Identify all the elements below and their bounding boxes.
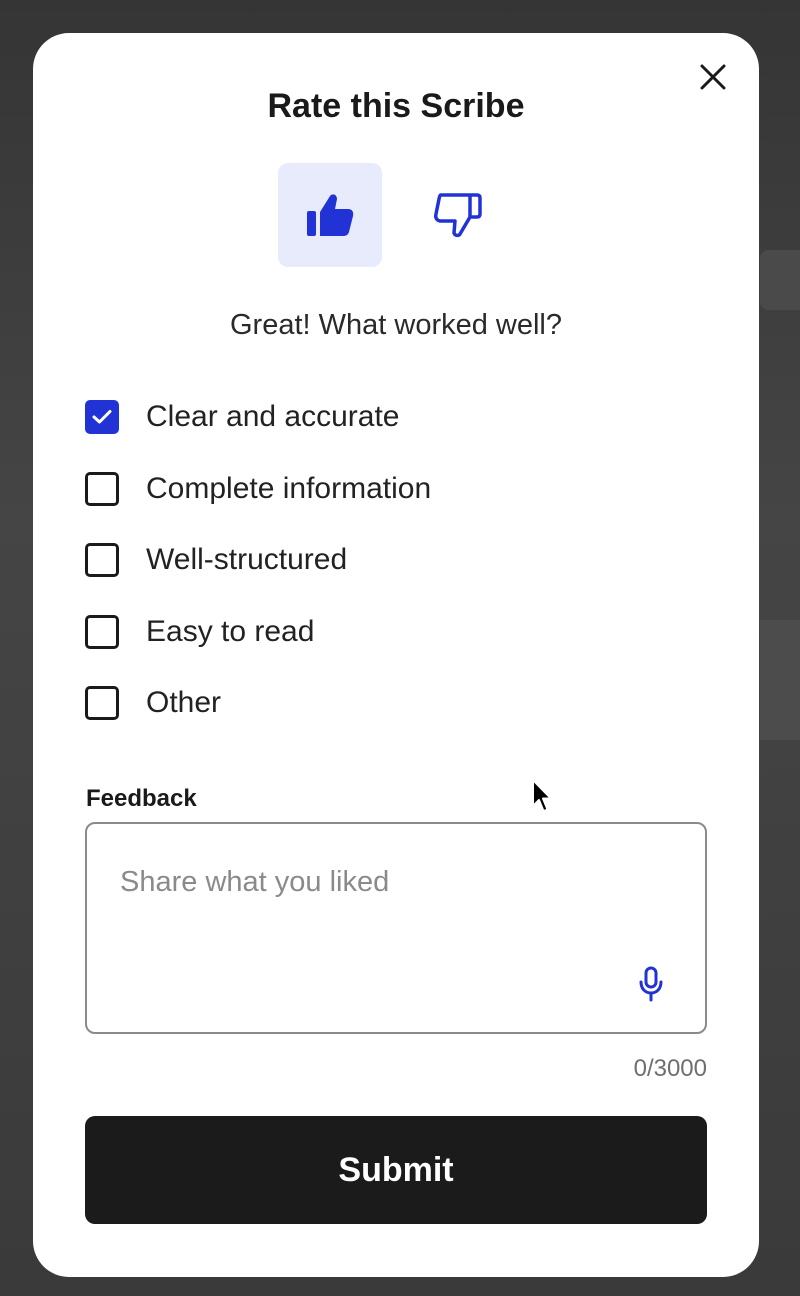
feedback-label: Feedback [86,785,197,812]
rating-dialog: Rate this Scribe Great! What worked well… [33,33,759,1277]
thumbs-up-button[interactable] [278,163,382,267]
character-counter: 0/3000 [633,1055,707,1082]
rating-buttons [278,163,510,267]
checkbox[interactable] [85,614,119,649]
option-label: Other [146,686,222,719]
option-other[interactable]: Other [85,683,431,723]
option-label: Well-structured [146,543,348,576]
feedback-options: Clear and accurate Complete information … [85,397,431,755]
option-easy-to-read[interactable]: Easy to read [85,612,431,652]
submit-button[interactable]: Submit [85,1116,707,1224]
thumbs-down-icon [434,193,482,238]
checkbox-checked[interactable] [85,400,119,434]
microphone-icon [639,966,663,1002]
voice-input-button[interactable] [635,964,667,1004]
rating-prompt: Great! What worked well? [229,309,562,341]
dialog-title: Rate this Scribe [267,87,525,125]
thumbs-down-button[interactable] [406,163,510,267]
option-label: Clear and accurate [146,400,400,433]
checkbox[interactable] [85,686,119,720]
checkmark-icon [92,410,112,424]
option-clear-and-accurate[interactable]: Clear and accurate [85,397,431,437]
thumbs-up-icon [307,194,354,236]
checkbox[interactable] [85,471,119,506]
option-complete-information[interactable]: Complete information [85,469,431,509]
feedback-field-container [85,822,707,1034]
option-well-structured[interactable]: Well-structured [85,540,431,580]
feedback-textarea[interactable] [87,824,705,1032]
background-element [760,250,800,310]
background-element [760,620,800,740]
option-label: Complete information [146,471,432,505]
option-label: Easy to read [146,614,315,648]
checkbox[interactable] [85,543,119,577]
